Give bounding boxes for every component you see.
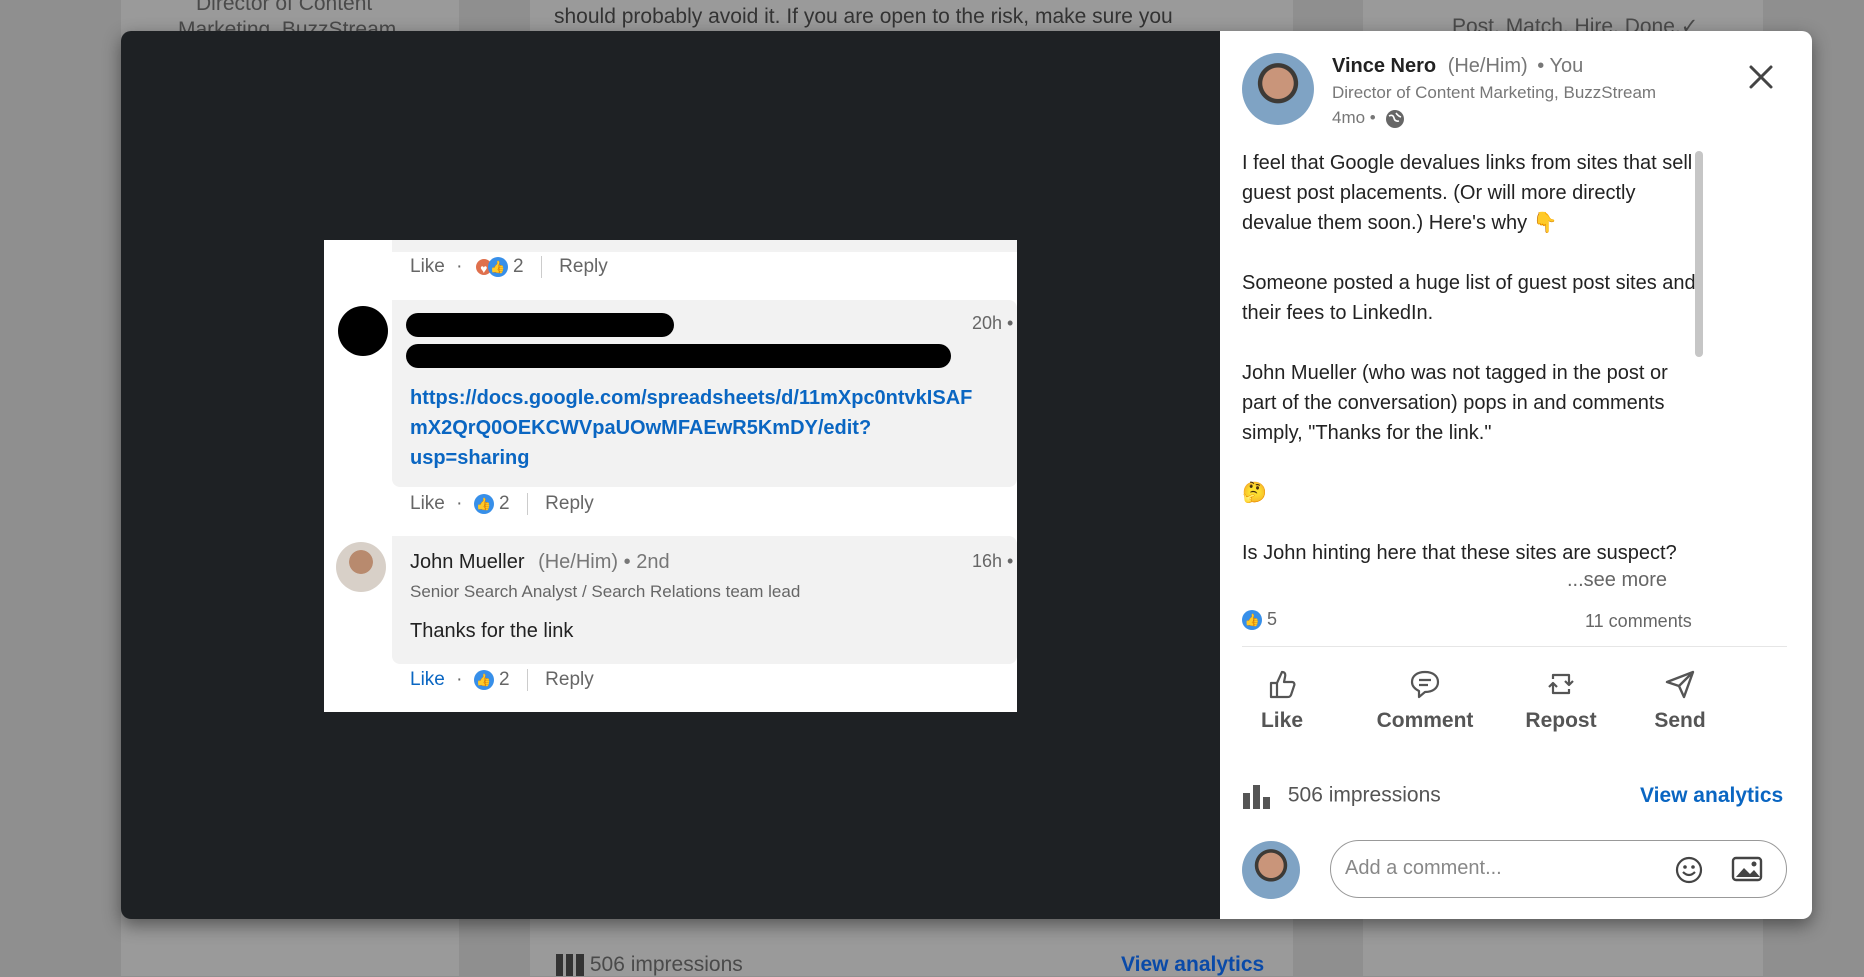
commenter-degree: • 2nd (623, 551, 670, 573)
post-modal: Like · ♥ 👍 2 Reply 20h • https://docs.goo… (121, 31, 1812, 919)
comment1-count: 2 (499, 493, 510, 515)
comment2-text: Thanks for the link (410, 620, 574, 642)
redacted-avatar (338, 306, 388, 356)
author-avatar[interactable] (1242, 53, 1314, 125)
image-icon[interactable] (1731, 855, 1763, 883)
post-body-line: devalue them soon.) Here's why 👇 (1242, 212, 1558, 234)
comment1-actions: Like · 👍 2 Reply (410, 493, 594, 515)
shot-top-reply: Reply (559, 256, 608, 278)
author-name[interactable]: Vince Nero (1332, 55, 1436, 77)
like-label: Like (1260, 709, 1304, 732)
thumbs-up-icon (1269, 670, 1296, 699)
comment-button[interactable]: Comment (1370, 667, 1480, 733)
commenter-name: John Mueller (410, 551, 525, 573)
shot-top-like: Like (410, 256, 445, 278)
link-line-1: https://docs.google.com/spreadsheets/d/1… (410, 387, 973, 409)
current-user-avatar (1242, 841, 1300, 899)
author-headline: Director of Content Marketing, BuzzStrea… (1332, 83, 1657, 102)
previous-comment-bubble-edge (392, 240, 1017, 252)
image-viewer: Like · ♥ 👍 2 Reply 20h • https://docs.goo… (121, 31, 1220, 919)
divider (540, 256, 542, 278)
see-more-link[interactable]: ...see more (1567, 569, 1667, 592)
shot-top-count: 2 (513, 256, 524, 278)
comment2-actions: Like · 👍 2 Reply (410, 669, 594, 691)
redacted-name (406, 313, 674, 337)
post-body-line: Is John hinting here that these sites ar… (1242, 542, 1677, 564)
globe-icon (1386, 109, 1405, 128)
repost-button[interactable]: Repost (1519, 667, 1603, 733)
comment1-time: 20h • (972, 313, 1014, 333)
background-post-text: should probably avoid it. If you are ope… (554, 5, 1173, 28)
comment-input[interactable]: Add a comment... (1330, 840, 1787, 898)
bar-chart-icon (1243, 785, 1270, 809)
john-mueller-avatar (336, 542, 386, 592)
post-body: I feel that Google devalues links from s… (1242, 148, 1696, 568)
redacted-headline (406, 344, 951, 368)
comments-count[interactable]: 11 comments (1585, 611, 1692, 632)
impressions-row[interactable]: 506 impressions (1242, 783, 1441, 809)
spreadsheet-link: https://docs.google.com/spreadsheets/d/1… (410, 383, 972, 473)
post-meta: 4mo • (1332, 108, 1405, 128)
thumbs-up-reaction-icon: 👍 (473, 494, 494, 514)
commenter-pronouns: (He/Him) (538, 551, 619, 573)
comment2-count: 2 (499, 669, 510, 691)
author-pronouns: (He/Him) (1447, 55, 1528, 77)
send-button[interactable]: Send (1645, 667, 1715, 733)
repost-label: Repost (1525, 709, 1597, 732)
link-line-2: mX2QrQ0OEKCWVpaUOwMFAEwR5KmDY/edit? (410, 417, 872, 439)
scrollbar-thumb[interactable] (1695, 151, 1703, 357)
send-icon (1665, 670, 1695, 699)
post-detail-panel: Vince Nero (He/Him) • You Director of Co… (1220, 31, 1812, 919)
close-icon (1749, 65, 1773, 89)
reaction-count: 5 (1267, 609, 1278, 629)
send-label: Send (1654, 709, 1706, 732)
emoji-icon[interactable] (1674, 855, 1704, 885)
comment1-like: Like (410, 493, 445, 515)
post-body-line: Someone posted a huge list of guest post… (1242, 272, 1696, 294)
like-button[interactable]: Like (1244, 667, 1320, 733)
impressions-label: 506 impressions (1287, 783, 1441, 807)
comment-label: Comment (1376, 709, 1474, 732)
comment2-header: John Mueller (He/Him) • 2nd (410, 551, 670, 574)
comment-icon (1410, 670, 1440, 699)
commenter-headline: Senior Search Analyst / Search Relations… (410, 582, 801, 601)
thumbs-up-reaction-icon: 👍 (487, 257, 508, 277)
post-body-line: John Mueller (who was not tagged in the … (1242, 362, 1668, 384)
post-body-line: guest post placements. (Or will more dir… (1242, 182, 1636, 204)
background-impressions: 506 impressions (556, 953, 743, 977)
divider (526, 493, 528, 515)
comment-placeholder: Add a comment... (1345, 857, 1502, 879)
divider (526, 669, 528, 691)
post-image-screenshot[interactable]: Like · ♥ 👍 2 Reply 20h • https://docs.goo… (324, 240, 1017, 712)
comment2-reply: Reply (545, 669, 594, 691)
post-body-line: I feel that Google devalues links from s… (1242, 152, 1693, 174)
background-bar-chart-icon (556, 954, 584, 977)
background-impressions-label: 506 impressions (589, 953, 743, 976)
post-body-line: simply, "Thanks for the link." (1242, 422, 1492, 444)
post-body-line: their fees to LinkedIn. (1242, 302, 1434, 324)
thumbs-up-reaction-icon: 👍 (1242, 610, 1262, 631)
background-left-text: Director of Content (196, 0, 373, 15)
close-button[interactable] (1745, 61, 1777, 93)
reactions-summary[interactable]: 👍 5 (1242, 609, 1278, 631)
thinking-emoji: 🤔 (1242, 482, 1267, 504)
divider (1242, 646, 1787, 647)
comment1-reply: Reply (545, 493, 594, 515)
thumbs-up-reaction-icon: 👍 (473, 670, 494, 690)
background-view-analytics-link[interactable]: View analytics (1121, 953, 1264, 977)
author-you-label: • You (1537, 55, 1584, 77)
comment2-time: 16h • (972, 551, 1014, 571)
link-line-3: usp=sharing (410, 447, 530, 469)
comment2-like: Like (410, 669, 445, 691)
repost-icon (1548, 673, 1574, 695)
shot-top-actions: Like · ♥ 👍 2 Reply (410, 256, 608, 278)
post-age: 4mo • (1332, 108, 1376, 127)
post-body-line: part of the conversation) pops in and co… (1242, 392, 1665, 414)
view-analytics-link[interactable]: View analytics (1640, 784, 1783, 808)
author-line: Vince Nero (He/Him) • You (1332, 55, 1583, 78)
